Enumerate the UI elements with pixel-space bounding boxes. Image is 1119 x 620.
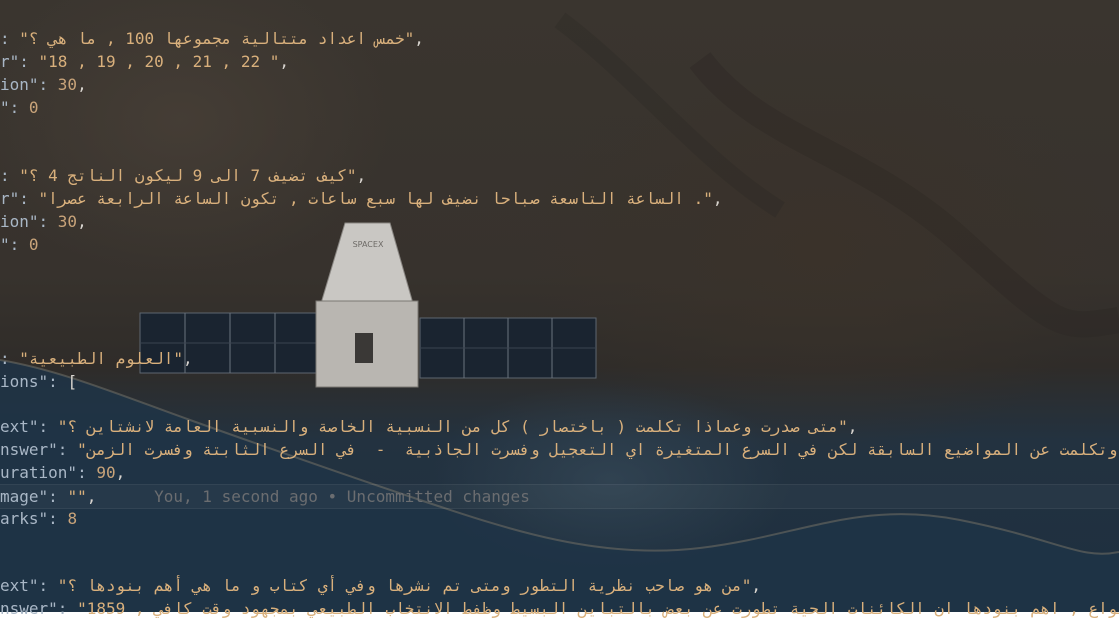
json-value: "العلوم الطبيعية"	[19, 349, 184, 368]
json-value: "خمس اعداد متتالية مجموعها 100 , ما هي ؟…	[19, 29, 415, 48]
json-key: ions":	[0, 372, 68, 391]
code-line[interactable]: : "كيف تضيف 7 الى 9 ليكون الناتج 4 ؟",	[0, 164, 366, 187]
code-line[interactable]: : "خمس اعداد متتالية مجموعها 100 , ما هي…	[0, 27, 424, 50]
json-key: :	[0, 349, 20, 368]
json-value: "كتاب اصل الأنواع , اهم بنودها ان الكائن…	[77, 599, 1119, 618]
json-value: ""	[67, 487, 87, 506]
code-line[interactable]: nswer": "العامة 1915 وتكلمت عن المواضيع …	[0, 438, 1119, 461]
json-key: r":	[0, 52, 39, 71]
json-key: nswer":	[0, 599, 78, 618]
json-punctuation: ,	[751, 576, 762, 595]
json-key: ext":	[0, 417, 58, 436]
json-punctuation: ,	[86, 487, 97, 506]
code-line[interactable]: uration": 90,	[0, 461, 125, 484]
json-key: ":	[0, 98, 29, 117]
json-punctuation: ,	[847, 417, 858, 436]
code-editor[interactable]: : "خمس اعداد متتالية مجموعها 100 , ما هي…	[0, 0, 1119, 618]
json-key: ion":	[0, 212, 58, 231]
json-key: :	[0, 29, 20, 48]
json-value: "الساعة التاسعة صباحا نضيف لها سبع ساعات…	[38, 189, 713, 208]
json-punctuation: ,	[712, 189, 723, 208]
code-line[interactable]: r": "الساعة التاسعة صباحا نضيف لها سبع س…	[0, 187, 722, 210]
json-value: [	[67, 372, 78, 391]
json-punctuation: ,	[356, 166, 367, 185]
json-value: 0	[28, 235, 39, 254]
json-value: "متى صدرت وعماذا تكلمت ( باختصار ) كل من…	[57, 417, 848, 436]
code-line[interactable]: : "العلوم الطبيعية",	[0, 347, 193, 370]
code-line[interactable]: ion": 30,	[0, 73, 87, 96]
json-punctuation: ,	[279, 52, 289, 71]
json-key: ext":	[0, 576, 58, 595]
code-line[interactable]: r": "18 , 19 , 20 , 21 , 22 ",	[0, 50, 289, 73]
code-line[interactable]: ": 0	[0, 96, 39, 119]
json-key: r":	[0, 189, 39, 208]
code-line[interactable]: ext": "متى صدرت وعماذا تكلمت ( باختصار )…	[0, 415, 857, 438]
code-line[interactable]: ion": 30,	[0, 210, 87, 233]
json-value: 8	[67, 509, 78, 528]
json-key: uration":	[0, 463, 97, 482]
json-key: ion":	[0, 75, 58, 94]
json-punctuation: ,	[77, 75, 87, 94]
json-key: mage":	[0, 487, 68, 506]
json-value: 0	[28, 98, 39, 117]
json-punctuation: ,	[414, 29, 424, 48]
json-punctuation: ,	[183, 349, 193, 368]
json-key: ":	[0, 235, 29, 254]
json-punctuation: ,	[115, 463, 126, 482]
git-blame-annotation: You, 1 second ago • Uncommitted changes	[96, 487, 530, 506]
code-line[interactable]: ions": [	[0, 370, 77, 393]
code-line[interactable]: mage": "", You, 1 second ago • Uncommitt…	[0, 484, 1119, 509]
json-punctuation: ,	[77, 212, 87, 231]
code-line[interactable]: ext": "من هو صاحب نظرية التطور ومتى تم ن…	[0, 574, 761, 597]
json-value: 30	[57, 75, 78, 94]
code-line[interactable]: arks": 8	[0, 507, 77, 530]
code-line[interactable]: nswer": "كتاب اصل الأنواع , اهم بنودها ا…	[0, 597, 1119, 620]
json-value: "كيف تضيف 7 الى 9 ليكون الناتج 4 ؟"	[19, 166, 357, 185]
json-value: 90	[96, 463, 116, 482]
code-line[interactable]: ": 0	[0, 233, 39, 256]
json-value: 30	[57, 212, 78, 231]
json-value: "العامة 1915 وتكلمت عن المواضيع السابقة …	[77, 440, 1118, 459]
json-value: "من هو صاحب نظرية التطور ومتى تم نشرها و…	[57, 576, 752, 595]
json-value: "18 , 19 , 20 , 21 , 22 "	[38, 52, 280, 71]
json-key: arks":	[0, 509, 68, 528]
json-key: :	[0, 166, 20, 185]
json-key: nswer":	[0, 440, 78, 459]
